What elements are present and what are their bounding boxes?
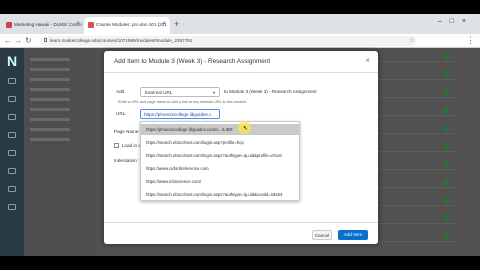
browser-tab-active[interactable]: Course Modules: prc-doc-101 [201 ×	[84, 17, 170, 34]
lock-icon	[44, 38, 47, 42]
browser-tab[interactable]: Marketing Hawaii - DLMS/ Currici ×	[2, 17, 84, 34]
nav-groups-icon[interactable]	[0, 132, 24, 139]
target-module-text: to Module 3 (Week 3) - Research Assignme…	[224, 89, 317, 94]
course-nav-item[interactable]	[30, 108, 70, 111]
published-check-icon[interactable]	[443, 89, 450, 96]
suggestion-item[interactable]: https://www.infoscience.com/	[141, 176, 299, 187]
item-type-value: External URL	[145, 90, 173, 95]
logo-icon[interactable]: N	[5, 54, 19, 68]
course-nav-item[interactable]	[30, 88, 70, 91]
course-nav-item[interactable]	[30, 68, 70, 71]
tab-label: Course Modules: prc-doc-101 [201	[96, 22, 167, 27]
bookmark-star-icon[interactable]: ☆	[409, 36, 415, 44]
url-input[interactable]: https://phoenixcollege.libguides.c	[140, 109, 220, 119]
chevron-down-icon: ▼	[212, 90, 216, 95]
published-check-icon[interactable]	[443, 161, 450, 168]
published-check-icon[interactable]	[443, 53, 450, 60]
reload-icon[interactable]: ↻	[25, 36, 32, 45]
suggestion-item[interactable]: https://www.oxfordreference.com	[141, 163, 299, 174]
published-check-icon[interactable]	[443, 215, 450, 222]
url-hint-text: Enter a URL and page name to add a link …	[118, 100, 248, 104]
dialog-footer: Cancel Add Item	[104, 222, 378, 244]
item-type-select[interactable]: External URL ▼	[140, 87, 220, 97]
suggestion-item[interactable]: https://search.ebscohost.com/login.aspx?…	[141, 189, 299, 200]
nav-calendar-icon[interactable]	[0, 150, 24, 157]
new-tab-icon[interactable]: +	[174, 19, 179, 29]
page-name-label: Page Name:	[114, 129, 140, 134]
nav-courses-icon[interactable]	[0, 114, 24, 121]
nav-help-icon[interactable]	[0, 204, 24, 211]
suggestion-item[interactable]: https://phoenixcollege.libguides.com/c..…	[141, 124, 299, 135]
dialog-title: Add Item to Module 3 (Week 3) - Research…	[114, 58, 271, 65]
tab-label: Marketing Hawaii - DLMS/ Currici	[14, 22, 82, 27]
close-icon[interactable]: ×	[365, 56, 370, 65]
course-nav-item[interactable]	[30, 58, 70, 61]
course-nav	[24, 48, 96, 256]
forward-icon[interactable]: →	[14, 36, 22, 45]
published-check-icon[interactable]	[443, 197, 450, 204]
nav-commons-icon[interactable]	[0, 186, 24, 193]
browser-tab-bar: Marketing Hawaii - DLMS/ Currici × Cours…	[0, 14, 480, 34]
published-check-icon[interactable]	[443, 107, 450, 114]
published-check-icon[interactable]	[443, 233, 450, 240]
published-check-icon[interactable]	[443, 143, 450, 150]
indentation-label: Indentation:	[114, 158, 139, 163]
cancel-button[interactable]: Cancel	[312, 230, 332, 240]
screen: Marketing Hawaii - DLMS/ Currici × Cours…	[0, 0, 480, 270]
published-check-icon[interactable]	[443, 179, 450, 186]
mouse-cursor-icon: ↖	[243, 126, 249, 132]
address-bar: ← → ↻ learn.marketcollege.edu/courses/10…	[0, 34, 480, 48]
close-tab-icon[interactable]: ×	[76, 21, 80, 27]
course-nav-item[interactable]	[30, 98, 70, 101]
published-check-icon[interactable]	[443, 71, 450, 78]
close-tab-icon[interactable]: ×	[162, 21, 166, 27]
add-label: Add	[116, 89, 125, 94]
course-nav-item[interactable]	[30, 78, 70, 81]
nav-account-icon[interactable]	[0, 78, 24, 85]
dialog-header: Add Item to Module 3 (Week 3) - Research…	[104, 51, 378, 73]
suggestion-item[interactable]: https://search.ebscohost.com/login.aspx?…	[141, 150, 299, 161]
window-controls[interactable]: –□×	[438, 18, 474, 25]
url-field[interactable]: learn.marketcollege.edu/courses/1071999/…	[40, 36, 416, 46]
load-new-tab-checkbox[interactable]	[114, 143, 119, 148]
nav-inbox-icon[interactable]	[0, 168, 24, 175]
bottom-letterbox	[0, 256, 480, 270]
add-item-button[interactable]: Add Item	[338, 230, 368, 240]
url-label: URL:	[116, 111, 127, 116]
favicon-icon	[88, 22, 94, 28]
browser-menu-icon[interactable]: ⋮	[466, 35, 475, 46]
nav-dashboard-icon[interactable]	[0, 96, 24, 103]
back-icon[interactable]: ←	[4, 36, 12, 45]
url-autocomplete-dropdown: https://phoenixcollege.libguides.com/c..…	[140, 121, 300, 201]
published-check-icon[interactable]	[443, 125, 450, 132]
course-nav-item[interactable]	[30, 128, 70, 131]
course-nav-item[interactable]	[30, 138, 70, 141]
suggestion-item[interactable]: https://search.ebscohost.com/login.asp?p…	[141, 137, 299, 148]
favicon-icon	[6, 22, 12, 28]
course-nav-item[interactable]	[30, 118, 70, 121]
global-nav: N	[0, 48, 24, 256]
